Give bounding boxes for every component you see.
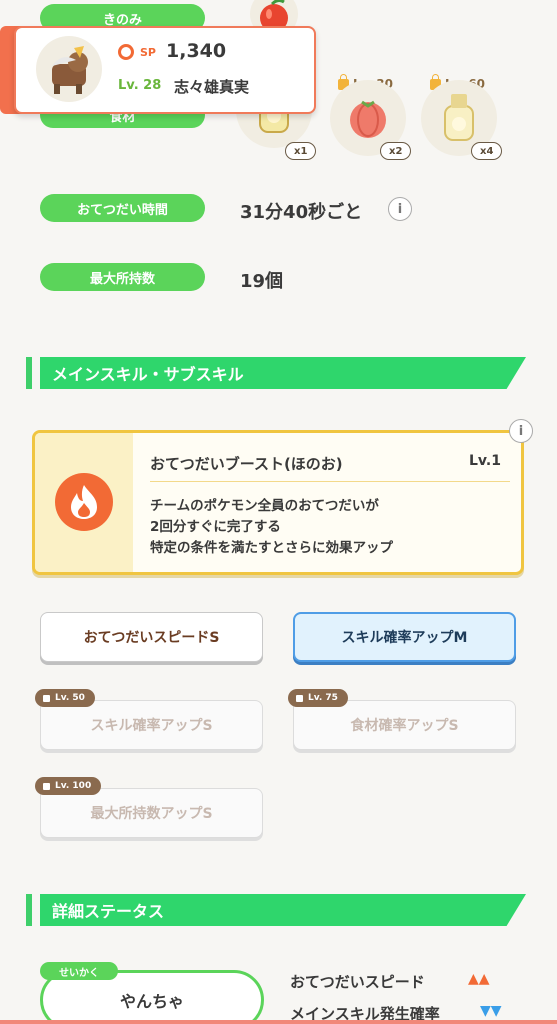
sub-skill-3-unlock-badge: Lv. 50 — [35, 689, 95, 707]
bottom-bar-edge — [0, 1020, 557, 1024]
nature-tag: せいかく — [40, 962, 118, 980]
sp-label: SP — [140, 46, 156, 59]
sub-skill-4-unlock-badge: Lv. 75 — [288, 689, 348, 707]
nature-effect-1-indicator: ▲▲ — [468, 971, 490, 987]
main-skill-info-icon[interactable]: i — [509, 419, 533, 443]
ingredient-qty-1: x1 — [285, 142, 317, 160]
sub-skill-2[interactable]: スキル確率アップM — [293, 612, 516, 662]
lock-icon — [296, 694, 303, 702]
main-skill-name: おてつだいブースト(ほのお) — [150, 455, 343, 473]
nature-effect-1-label: おてつだいスピード — [290, 973, 425, 991]
entei-sprite-icon — [36, 36, 102, 102]
sub-skill-3[interactable]: スキル確率アップS — [40, 700, 263, 750]
sub-skill-4[interactable]: 食材確率アップS — [293, 700, 516, 750]
details-section-header: 詳細ステータス — [26, 894, 526, 926]
help-time-label: おてつだい時間 — [40, 194, 205, 222]
main-skill-card[interactable]: おてつだいブースト(ほのお) Lv.1 チームのポケモン全員のおてつだいが 2回… — [32, 430, 524, 575]
help-time-info-icon[interactable]: i — [388, 197, 412, 221]
main-skill-desc-3: 特定の条件を満たすとさらに効果アップ — [150, 540, 393, 556]
main-skill-desc-1: チームのポケモン全員のおてつだいが — [150, 498, 379, 514]
help-time-value: 31分40秒ごと — [240, 202, 363, 223]
main-skill-desc-2: 2回分すぐに完了する — [150, 519, 281, 535]
nature-value: やんちゃ — [119, 992, 184, 1011]
pokemon-summary-card[interactable]: SP 1,340 Lv. 28 志々雄真実 — [0, 26, 316, 114]
nature-effect-2-indicator: ▼▼ — [480, 1003, 502, 1019]
ingredient-qty-3: x4 — [471, 142, 503, 160]
main-skill-level: Lv.1 — [469, 453, 501, 469]
sp-icon — [118, 44, 134, 60]
max-carry-label: 最大所持数 — [40, 263, 205, 291]
fire-icon — [55, 473, 113, 531]
lock-icon — [43, 694, 50, 702]
sub-skill-5-unlock-badge: Lv. 100 — [35, 777, 102, 795]
ingredient-qty-2: x2 — [380, 142, 412, 160]
sp-value: 1,340 — [166, 40, 227, 62]
pokemon-nickname: 志々雄真実 — [174, 78, 250, 96]
skills-section-header: メインスキル・サブスキル — [26, 357, 526, 389]
pokemon-level: Lv. 28 — [118, 78, 162, 93]
sub-skill-1[interactable]: おてつだいスピードS — [40, 612, 263, 662]
lock-icon — [43, 782, 50, 790]
max-carry-value: 19個 — [240, 271, 284, 292]
sub-skill-5[interactable]: 最大所持数アップS — [40, 788, 263, 838]
